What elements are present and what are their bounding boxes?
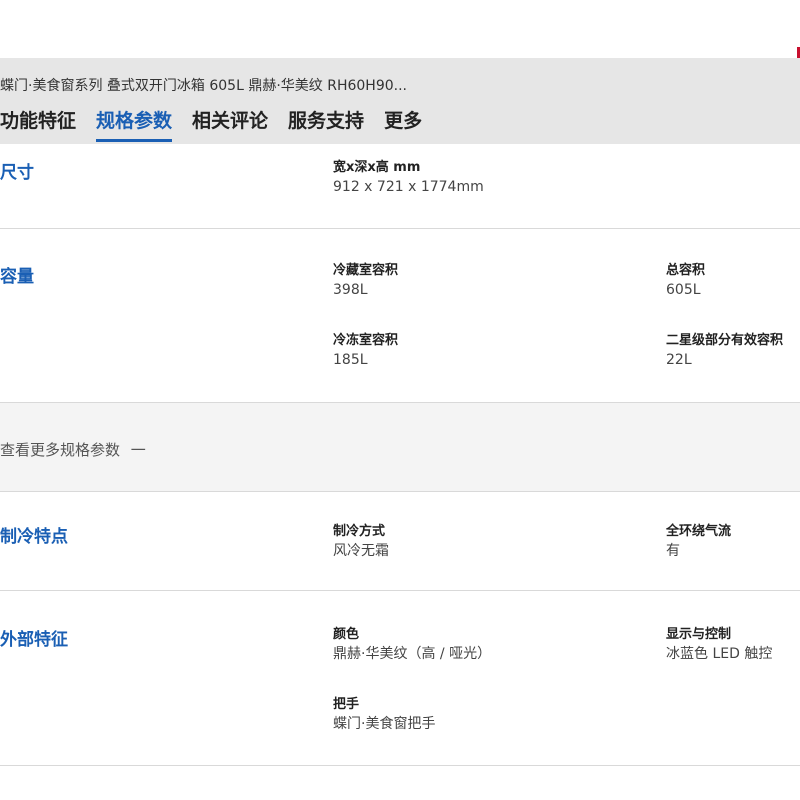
- tab-specs[interactable]: 规格参数: [96, 106, 173, 142]
- spec-label: 二星级部分有效容积: [666, 333, 784, 348]
- spec-value: 有: [666, 543, 680, 559]
- spec-value: 605L: [666, 282, 701, 298]
- spec-label: 冷冻室容积: [333, 333, 399, 348]
- spec-item: 宽x深x高 mm 912 x 721 x 1774mm: [333, 159, 484, 197]
- spec-value: 冰蓝色 LED 触控: [666, 646, 773, 662]
- spec-item: 冷藏室容积 398L: [333, 262, 398, 300]
- spec-label: 宽x深x高 mm: [333, 160, 421, 175]
- spec-value: 22L: [666, 352, 692, 368]
- spec-item: 显示与控制 冰蓝色 LED 触控: [666, 626, 772, 664]
- spec-item: 冷冻室容积 185L: [333, 332, 398, 370]
- spec-label: 全环绕气流: [666, 524, 732, 539]
- product-tabs: 功能特征 规格参数 相关评论 服务支持 更多: [0, 106, 442, 144]
- spec-label: 制冷方式: [333, 524, 386, 539]
- spec-item: 二星级部分有效容积 22L: [666, 332, 783, 370]
- spec-item: 总容积 605L: [666, 262, 705, 300]
- section-title: 容量: [0, 267, 34, 287]
- section-dimensions: 尺寸 宽x深x高 mm 912 x 721 x 1774mm: [0, 144, 800, 229]
- tab-reviews[interactable]: 相关评论: [192, 106, 268, 142]
- section-title: 制冷特点: [0, 527, 68, 547]
- spec-label: 总容积: [666, 263, 706, 278]
- section-cooling: 制冷特点 制冷方式 风冷无霜 全环绕气流 有: [0, 490, 800, 591]
- spec-label: 颜色: [333, 627, 360, 642]
- spec-value: 风冷无霜: [333, 543, 389, 559]
- tab-more[interactable]: 更多: [384, 106, 422, 142]
- spec-label: 冷藏室容积: [333, 263, 399, 278]
- spec-value: 912 x 721 x 1774mm: [333, 179, 484, 195]
- more-specs-toggle[interactable]: 查看更多规格参数 一: [0, 439, 146, 460]
- section-exterior: 外部特征 颜色 鼎赫·华美纹（高 / 哑光） 显示与控制 冰蓝色 LED 触控 …: [0, 591, 800, 766]
- spec-item: 颜色 鼎赫·华美纹（高 / 哑光）: [333, 626, 491, 664]
- spec-item: 制冷方式 风冷无霜: [333, 523, 389, 561]
- spec-item: 把手 蝶门·美食窗把手: [333, 696, 435, 734]
- spec-item: 全环绕气流 有: [666, 523, 731, 561]
- tab-features[interactable]: 功能特征: [0, 106, 76, 142]
- more-specs-label: 查看更多规格参数: [0, 441, 121, 459]
- spec-value: 蝶门·美食窗把手: [333, 716, 436, 732]
- top-blank-area: [0, 0, 800, 58]
- spec-label: 显示与控制: [666, 627, 732, 642]
- spec-value: 鼎赫·华美纹（高 / 哑光）: [333, 646, 492, 662]
- section-title: 外部特征: [0, 630, 68, 650]
- spec-value: 398L: [333, 282, 368, 298]
- product-title: 蝶门·美食窗系列 叠式双开门冰箱 605L 鼎赫·华美纹 RH60H90...: [0, 78, 407, 94]
- minus-icon: 一: [130, 441, 146, 459]
- spec-value: 185L: [333, 352, 368, 368]
- section-title: 尺寸: [0, 163, 34, 183]
- tab-support[interactable]: 服务支持: [288, 106, 364, 142]
- spec-label: 把手: [333, 697, 360, 712]
- section-capacity: 容量 冷藏室容积 398L 总容积 605L 冷冻室容积 185L 二星级部分有…: [0, 228, 800, 402]
- more-specs-bar[interactable]: 查看更多规格参数 一: [0, 402, 800, 492]
